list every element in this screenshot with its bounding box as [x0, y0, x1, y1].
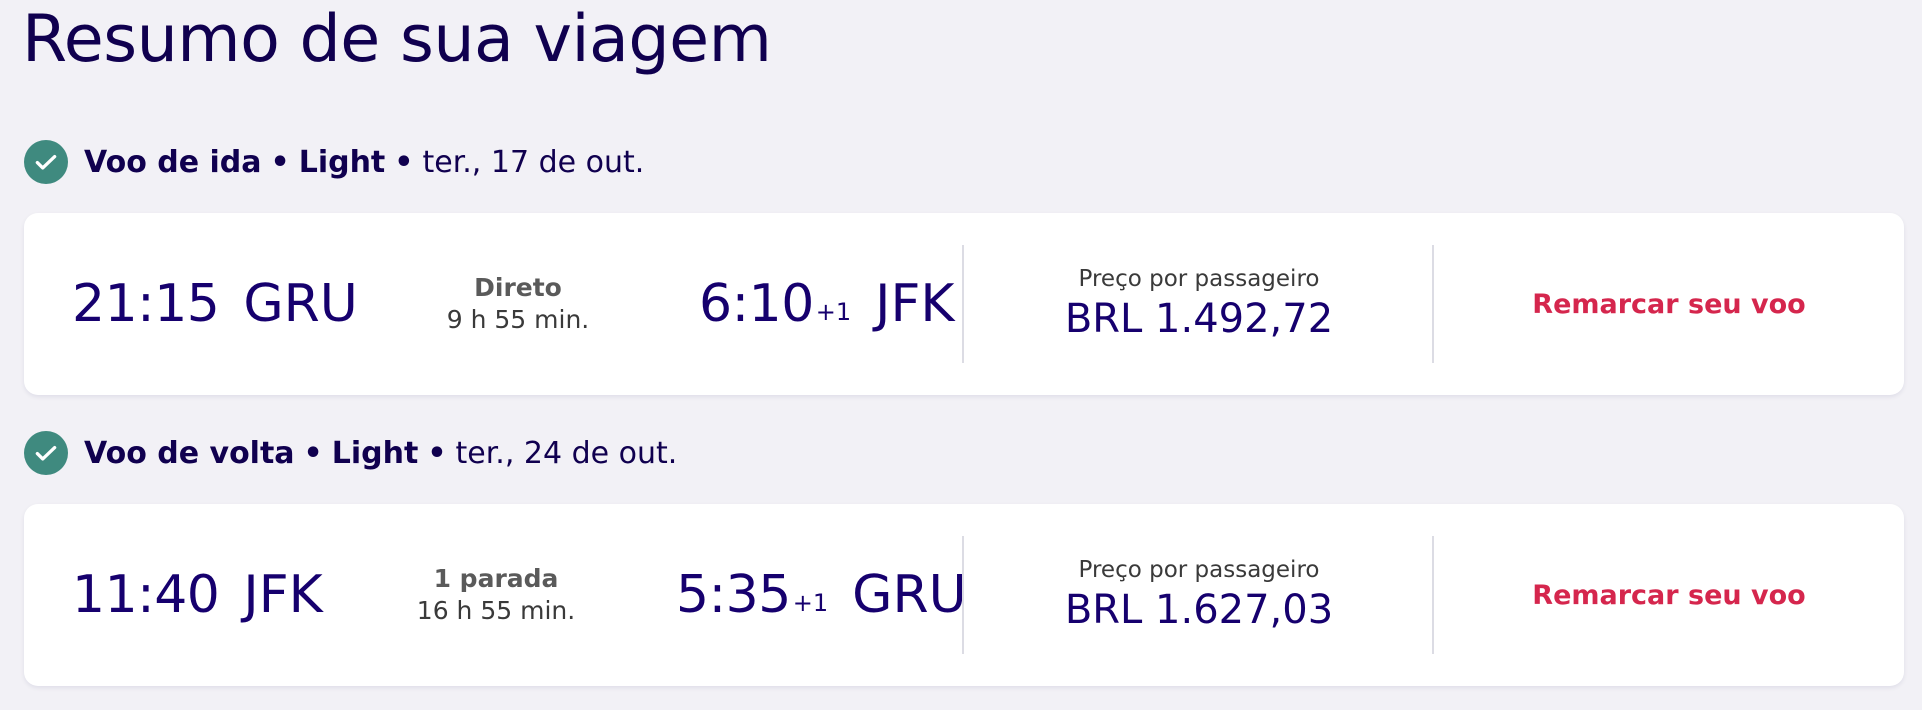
outbound-price: Preço por passageiro BRL 1.492,72	[964, 213, 1434, 395]
return-flight-card: 11:40 JFK 1 parada 16 h 55 min. 5:35 +1 …	[24, 504, 1904, 686]
day-offset: +1	[815, 298, 852, 326]
outbound-fare: Light	[298, 144, 386, 180]
page-title: Resumo de sua viagem	[22, 2, 772, 77]
stops-label: Direto	[474, 273, 562, 302]
price-value: BRL 1.492,72	[1064, 296, 1334, 342]
arrival-airport: GRU	[852, 565, 967, 625]
outbound-action: Remarcar seu voo	[1434, 213, 1904, 395]
departure-time: 11:40	[72, 565, 220, 625]
price-value: BRL 1.627,03	[1064, 587, 1334, 633]
return-date: ter., 24 de out.	[455, 435, 678, 471]
outbound-arrival: 6:10 +1 JFK	[699, 213, 955, 395]
arrival-time: 5:35	[676, 565, 791, 625]
return-action: Remarcar seu voo	[1434, 504, 1904, 686]
outbound-flight-card: 21:15 GRU Direto 9 h 55 min. 6:10 +1 JFK…	[24, 213, 1904, 395]
day-offset: +1	[792, 589, 829, 617]
price-label: Preço por passageiro	[1078, 266, 1320, 292]
return-departure: 11:40 JFK	[72, 504, 323, 686]
return-price: Preço por passageiro BRL 1.627,03	[964, 504, 1434, 686]
flight-duration: 16 h 55 min.	[416, 596, 576, 625]
departure-airport: GRU	[243, 274, 358, 334]
flight-duration: 9 h 55 min.	[446, 305, 590, 334]
return-fare: Light	[331, 435, 419, 471]
arrival-airport: JFK	[875, 274, 955, 334]
separator: •	[270, 144, 290, 180]
separator: •	[427, 435, 447, 471]
check-circle-icon	[24, 431, 68, 475]
return-direction: Voo de volta	[84, 435, 295, 471]
outbound-date: ter., 17 de out.	[422, 144, 645, 180]
departure-airport: JFK	[243, 565, 323, 625]
departure-time: 21:15	[72, 274, 220, 334]
remarcar-voo-button[interactable]: Remarcar seu voo	[1532, 289, 1805, 320]
separator: •	[394, 144, 414, 180]
outbound-departure: 21:15 GRU	[72, 213, 358, 395]
outbound-direction: Voo de ida	[84, 144, 262, 180]
price-label: Preço por passageiro	[1078, 557, 1320, 583]
check-circle-icon	[24, 140, 68, 184]
separator: •	[303, 435, 323, 471]
stops-label: 1 parada	[433, 564, 559, 593]
outbound-header: Voo de ida • Light • ter., 17 de out.	[24, 140, 644, 184]
return-stops: 1 parada 16 h 55 min.	[376, 504, 616, 686]
return-header: Voo de volta • Light • ter., 24 de out.	[24, 431, 677, 475]
remarcar-voo-button[interactable]: Remarcar seu voo	[1532, 580, 1805, 611]
outbound-stops: Direto 9 h 55 min.	[398, 213, 638, 395]
return-arrival: 5:35 +1 GRU	[676, 504, 967, 686]
arrival-time: 6:10	[699, 274, 814, 334]
